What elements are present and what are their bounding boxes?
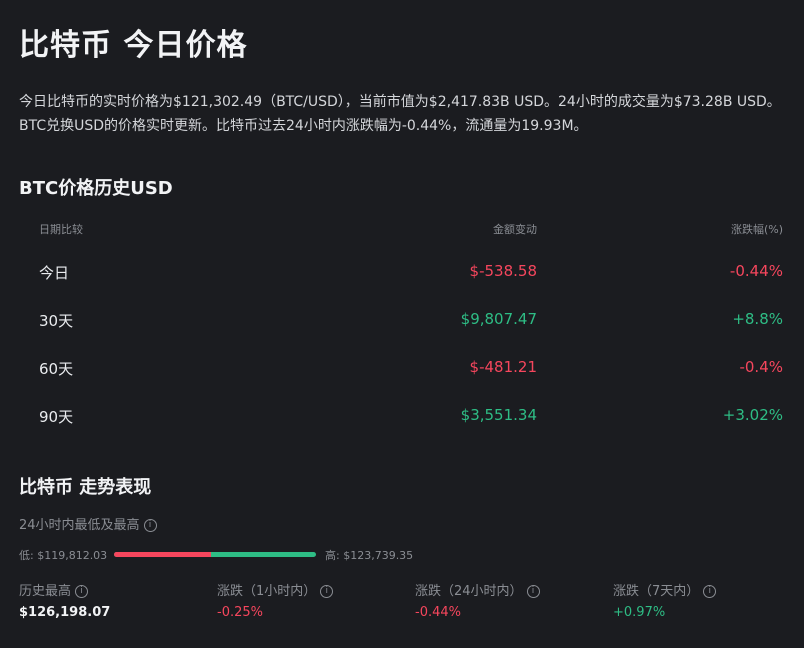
price-description: 今日比特币的实时价格为$121,302.49（BTC/USD），当前市值为$2,… [19,94,781,134]
info-icon[interactable]: i [320,585,334,598]
range-title: 24小时内最低及最高 i [19,514,157,533]
info-icon[interactable]: i [703,585,717,598]
history-row-90d: 90天 $3,551.34 +3.02% [0,400,804,430]
row-amount: $-538.58 [469,262,537,280]
column-change: 涨跌幅(%) [730,223,783,236]
history-row-30d: 30天 $9,807.47 +8.8% [0,304,804,334]
stat-label: 涨跌（24小时内） [415,584,523,599]
row-amount: $9,807.47 [460,310,537,328]
stat-label: 历史最高 [19,584,72,599]
stat-value: -0.44% [415,605,461,620]
row-change: +8.8% [732,310,783,328]
row-amount: $-481.21 [469,358,537,376]
range-low: 低: $119,812.03 [19,549,108,562]
history-heading: BTC价格历史USD [19,178,173,199]
history-row-60d: 60天 $-481.21 -0.4% [0,352,804,382]
range-bar-fill [114,552,211,557]
range-title-label: 24小时内最低及最高 [19,518,140,533]
info-icon[interactable]: i [526,585,540,598]
stat-all-time-high: 历史最高 i $126,198.07 [19,580,110,620]
row-change: +3.02% [722,406,783,424]
row-date: 90天 [39,408,74,426]
row-amount: $3,551.34 [460,406,537,424]
row-date: 今日 [39,264,70,282]
stat-change-24h: 涨跌（24小时内） i -0.44% [415,580,540,620]
range-bar [114,552,316,557]
stat-change-1h: 涨跌（1小时内） i -0.25% [217,580,334,620]
stat-label: 涨跌（1小时内） [217,584,317,599]
info-icon[interactable]: i [143,519,157,532]
history-row-today: 今日 $-538.58 -0.44% [0,256,804,286]
stat-value: -0.25% [217,605,263,620]
stat-change-7d: 涨跌（7天内） i +0.97% [613,580,717,620]
column-amount: 金额变动 [493,223,537,236]
performance-heading: 比特币 走势表现 [19,477,152,498]
info-icon[interactable]: i [75,585,89,598]
stat-label: 涨跌（7天内） [613,584,700,599]
range-high: 高: $123,739.35 [325,549,414,562]
stat-value: $126,198.07 [19,605,111,620]
row-date: 30天 [39,312,74,330]
row-change: -0.44% [729,262,783,280]
page-title: 比特币 今日价格 [19,28,248,63]
column-date: 日期比较 [39,223,83,236]
stat-value: +0.97% [613,605,666,620]
row-date: 60天 [39,360,74,378]
row-change: -0.4% [739,358,783,376]
